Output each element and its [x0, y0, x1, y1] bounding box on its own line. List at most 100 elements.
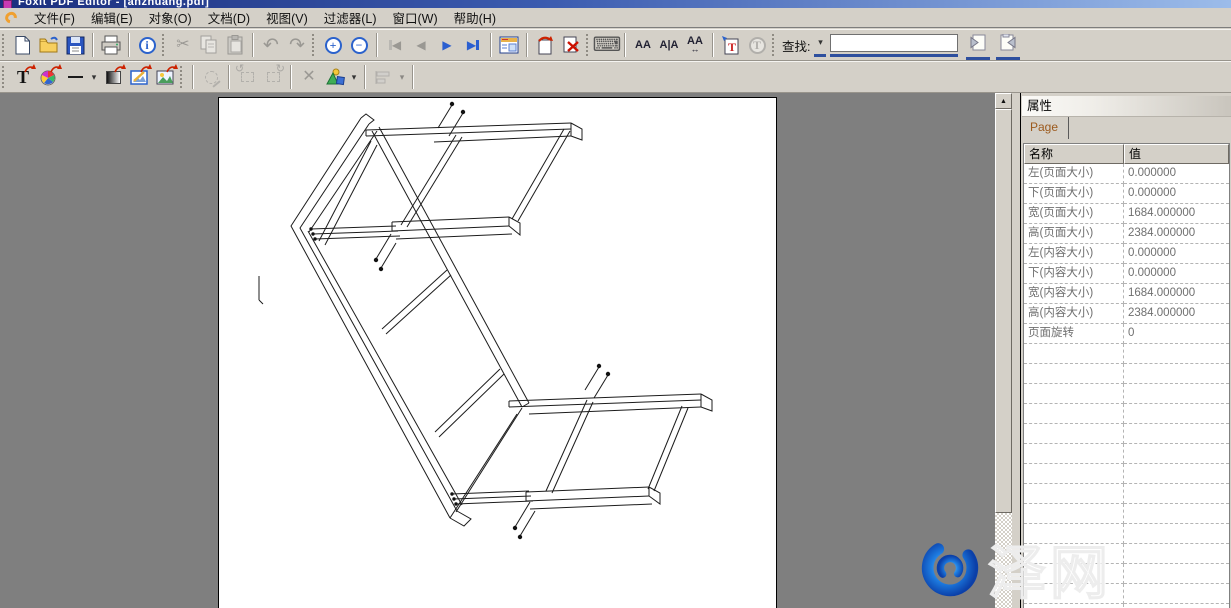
replace-image-button[interactable]	[152, 64, 178, 90]
keyboard-input-button[interactable]: ⌨	[594, 32, 620, 58]
toolbar-gripper[interactable]	[2, 34, 7, 56]
property-row[interactable]: 下(页面大小) 0.000000	[1024, 184, 1229, 204]
property-name: 下(页面大小)	[1024, 184, 1124, 204]
toolbar-separator	[364, 65, 366, 89]
delete-object-button[interactable]: ✕	[296, 64, 322, 90]
toolbar-gripper[interactable]	[2, 66, 7, 88]
menu-item[interactable]: 视图(V)	[258, 6, 316, 29]
toolbar-gripper[interactable]	[312, 34, 317, 56]
property-row[interactable]: 下(内容大小) 0.000000	[1024, 264, 1229, 284]
find-next-button[interactable]	[996, 31, 1020, 55]
property-name: 页面旋转	[1024, 324, 1124, 344]
property-row[interactable]: 宽(内容大小) 1684.000000	[1024, 284, 1229, 304]
shape-dropdown[interactable]: ▾	[348, 68, 360, 86]
document-info-button[interactable]: i	[134, 32, 160, 58]
insert-shape-button[interactable]	[322, 64, 348, 90]
add-text-button[interactable]: T	[718, 32, 744, 58]
rotate-page-icon	[535, 35, 555, 55]
edit-shading-button[interactable]	[100, 64, 126, 90]
zoom-out-button[interactable]: −	[346, 32, 372, 58]
find-history-dropdown[interactable]: ▾	[814, 34, 826, 52]
panel-splitter[interactable]	[1012, 93, 1021, 608]
column-header-value[interactable]: 值	[1124, 144, 1229, 164]
save-button[interactable]	[62, 32, 88, 58]
line-style-dropdown[interactable]: ▾	[88, 68, 100, 86]
last-page-button[interactable]: ▶	[460, 32, 486, 58]
column-header-name[interactable]: 名称	[1024, 144, 1124, 164]
property-row[interactable]: 左(内容大小) 0.000000	[1024, 244, 1229, 264]
menu-item[interactable]: 窗口(W)	[385, 6, 446, 29]
delete-page-button[interactable]	[558, 32, 584, 58]
property-row[interactable]: 宽(页面大小) 1684.000000	[1024, 204, 1229, 224]
open-document-button[interactable]	[36, 32, 62, 58]
zoom-in-button[interactable]: +	[320, 32, 346, 58]
toolbar-gripper[interactable]	[586, 34, 591, 56]
font-width-button[interactable]: AA ↔	[682, 32, 708, 58]
menu-item[interactable]: 对象(O)	[141, 6, 200, 29]
toolbar-gripper[interactable]	[772, 34, 777, 56]
edit-text-object-button[interactable]: T	[10, 64, 36, 90]
menu-item[interactable]: 文档(D)	[200, 6, 258, 29]
shapes-icon	[325, 68, 345, 86]
menu-item[interactable]: 过滤器(L)	[316, 6, 385, 29]
edit-image-button[interactable]	[126, 64, 152, 90]
property-value: 0.000000	[1124, 184, 1229, 204]
page-layout-button[interactable]	[496, 32, 522, 58]
vertical-scrollbar[interactable]: ▲	[995, 93, 1012, 608]
first-page-button[interactable]: ◀	[382, 32, 408, 58]
text-caret-mark	[259, 276, 263, 304]
info-icon: i	[139, 37, 156, 54]
zoom-out-icon: −	[351, 37, 368, 54]
toolbar-separator	[526, 33, 528, 57]
print-button[interactable]	[98, 32, 124, 58]
rotate-page-button[interactable]	[532, 32, 558, 58]
line-style-button[interactable]	[62, 64, 88, 90]
redo-button[interactable]: ↷	[284, 32, 310, 58]
property-row[interactable]: 高(内容大小) 2384.000000	[1024, 304, 1229, 324]
edit-color-button[interactable]	[36, 64, 62, 90]
text-target-button[interactable]: T	[744, 32, 770, 58]
new-document-button[interactable]	[10, 32, 36, 58]
toolbar-gripper[interactable]	[162, 34, 167, 56]
font-spacing-button[interactable]: A|A	[656, 32, 682, 58]
first-page-icon: ◀	[392, 39, 401, 51]
property-row[interactable]: 高(页面大小) 2384.000000	[1024, 224, 1229, 244]
undo-button[interactable]: ↶	[258, 32, 284, 58]
toolbar-gripper[interactable]	[180, 66, 185, 88]
cut-button[interactable]: ✂	[170, 32, 196, 58]
toolbar-separator	[228, 65, 230, 89]
align-dropdown[interactable]: ▾	[396, 68, 408, 86]
property-row[interactable]: 左(页面大小) 0.000000	[1024, 164, 1229, 184]
previous-page-icon: ◀	[416, 39, 425, 51]
paste-button[interactable]	[222, 32, 248, 58]
properties-tabs: Page	[1022, 117, 1231, 139]
application-window: Foxit PDF Editor - [anzhuang.pdf] 文件(F) …	[0, 0, 1231, 608]
edit-arrow-icon	[140, 64, 152, 74]
clipboard-icon	[226, 35, 244, 55]
previous-page-button[interactable]: ◀	[408, 32, 434, 58]
property-row[interactable]: 页面旋转 0	[1024, 324, 1229, 344]
property-value: 0.000000	[1124, 264, 1229, 284]
align-icon	[375, 70, 391, 85]
scrollbar-thumb[interactable]	[995, 109, 1012, 513]
document-canvas[interactable]	[0, 93, 995, 608]
property-row-empty	[1024, 484, 1229, 504]
rotate-object-right-button[interactable]: ↻	[260, 64, 286, 90]
tab-page[interactable]: Page	[1022, 117, 1069, 139]
find-previous-button[interactable]	[966, 31, 990, 55]
align-objects-button[interactable]	[370, 64, 396, 90]
pdf-page[interactable]	[218, 97, 777, 608]
rotate-object-left-button[interactable]: ↺	[234, 64, 260, 90]
select-object-button[interactable]	[198, 64, 224, 90]
scrollbar-track[interactable]	[995, 513, 1012, 608]
app-icon	[3, 0, 12, 8]
menu-item[interactable]: 文件(F)	[26, 6, 83, 29]
scroll-up-button[interactable]: ▲	[995, 93, 1012, 109]
property-row-empty	[1024, 524, 1229, 544]
find-input[interactable]	[830, 34, 958, 52]
menu-item[interactable]: 帮助(H)	[446, 6, 504, 29]
menu-item[interactable]: 编辑(E)	[83, 6, 141, 29]
font-style-button[interactable]: AA	[630, 32, 656, 58]
next-page-button[interactable]: ▶	[434, 32, 460, 58]
copy-button[interactable]	[196, 32, 222, 58]
